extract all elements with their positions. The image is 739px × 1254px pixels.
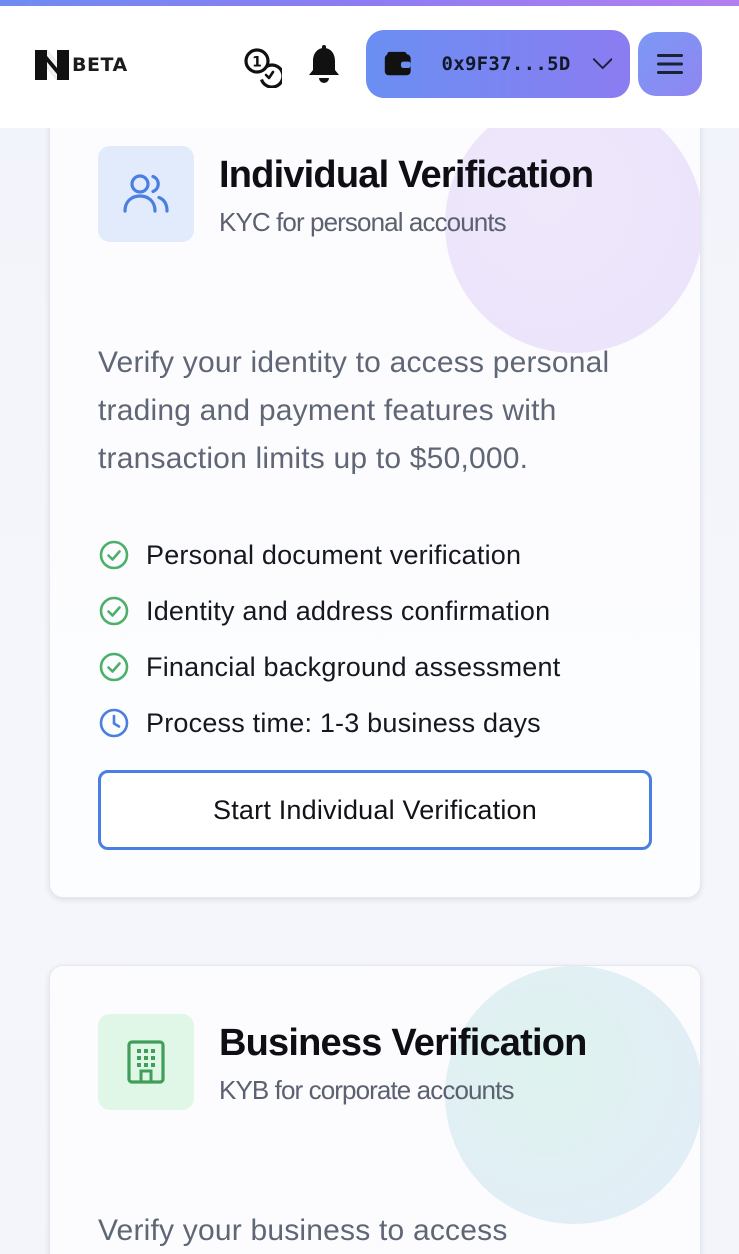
logo-beta-label: BETA bbox=[72, 54, 128, 76]
app-header: BETA 1 0x9F37...5D bbox=[0, 6, 739, 128]
page: BETA 1 0x9F37...5D Individual Verificati… bbox=[0, 0, 739, 1254]
feature-text: Process time: 1-3 business days bbox=[146, 707, 541, 738]
card-subtitle: KYC for personal accounts bbox=[219, 207, 507, 237]
chevron-down-icon bbox=[592, 58, 612, 70]
feature-item: Process time: 1-3 business days bbox=[98, 695, 658, 751]
feature-text: Personal document verification bbox=[146, 539, 522, 570]
users-icon bbox=[123, 174, 169, 213]
wallet-icon bbox=[384, 51, 411, 76]
building-icon bbox=[127, 1040, 165, 1084]
bell-icon bbox=[309, 45, 339, 83]
feature-item: Identity and address confirmation bbox=[98, 583, 658, 639]
card-title: Individual Verification bbox=[219, 154, 594, 196]
hamburger-menu-icon bbox=[657, 54, 683, 74]
feature-item: Financial background assessment bbox=[98, 639, 658, 695]
feature-item: Personal document verification bbox=[98, 527, 658, 583]
check-circle-icon bbox=[99, 652, 129, 682]
individual-badge bbox=[98, 146, 194, 242]
n-logo-icon bbox=[35, 50, 69, 80]
start-individual-verification-button[interactable]: Start Individual Verification bbox=[98, 770, 652, 850]
card-description: Verify your business to access bbox=[98, 1214, 508, 1247]
feature-text: Financial background assessment bbox=[146, 651, 561, 682]
wallet-address: 0x9F37...5D bbox=[441, 53, 571, 75]
menu-button[interactable] bbox=[638, 32, 702, 96]
card-description: Verify your identity to access personal … bbox=[98, 346, 610, 475]
swap-coins-icon: 1 bbox=[244, 48, 282, 88]
check-circle-icon bbox=[99, 596, 129, 626]
check-circle-icon bbox=[99, 540, 129, 570]
notifications-button[interactable] bbox=[302, 42, 346, 88]
clock-icon bbox=[99, 708, 129, 738]
card-title: Business Verification bbox=[219, 1022, 587, 1064]
business-badge bbox=[98, 1014, 194, 1110]
card-subtitle: KYB for corporate accounts bbox=[219, 1075, 514, 1105]
swap-button[interactable]: 1 bbox=[240, 44, 284, 90]
business-verification-card: Business Verification KYB for corporate … bbox=[49, 965, 701, 1254]
feature-list: Personal document verification Identity … bbox=[98, 527, 658, 751]
wallet-selector[interactable]: 0x9F37...5D bbox=[366, 30, 630, 98]
individual-verification-card: Individual Verification KYC for personal… bbox=[49, 60, 701, 898]
logo[interactable]: BETA bbox=[33, 48, 128, 82]
svg-text:1: 1 bbox=[252, 55, 262, 71]
feature-text: Identity and address confirmation bbox=[146, 595, 551, 626]
